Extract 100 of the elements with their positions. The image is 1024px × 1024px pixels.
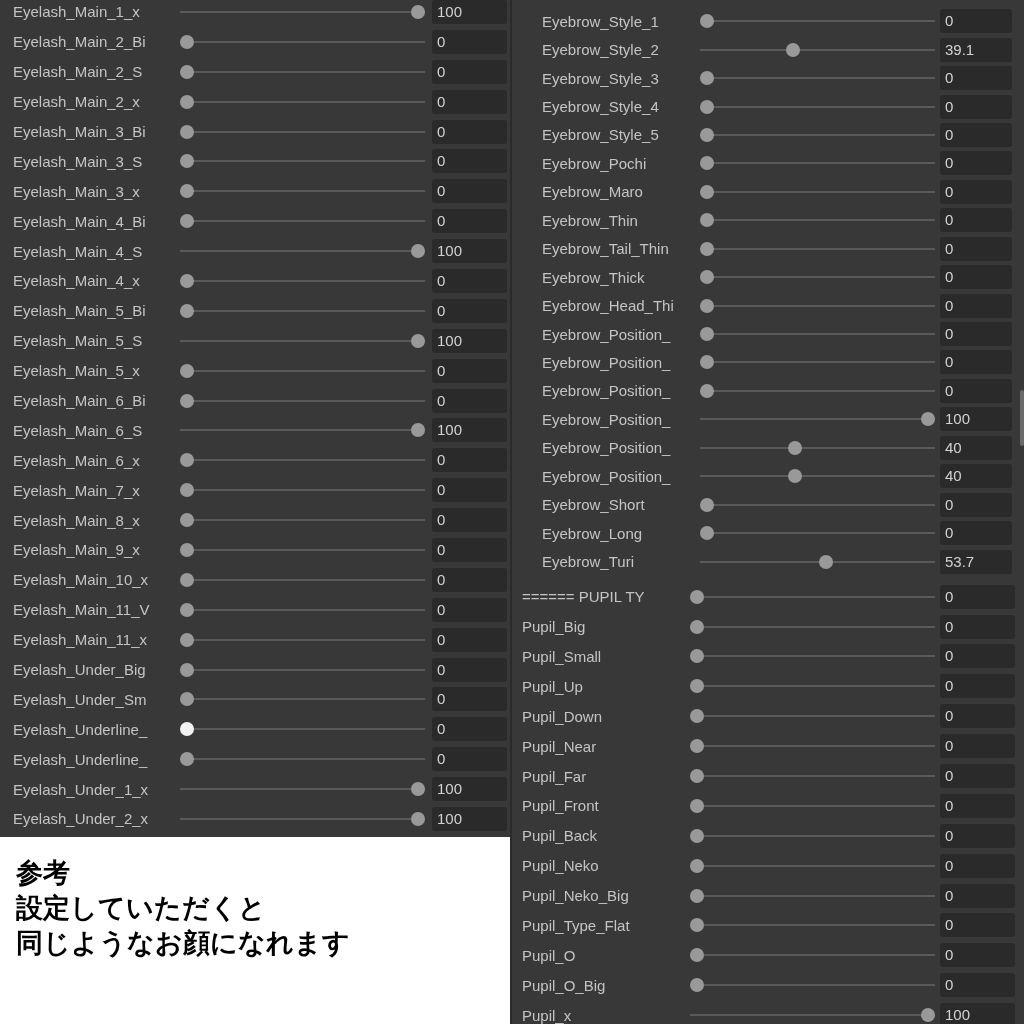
slider-track[interactable] bbox=[690, 978, 935, 993]
value-field[interactable]: 100 bbox=[432, 807, 507, 831]
slider-thumb[interactable] bbox=[690, 769, 704, 784]
slider-track[interactable] bbox=[690, 739, 935, 754]
slider-thumb[interactable] bbox=[180, 513, 194, 528]
slider-thumb[interactable] bbox=[700, 184, 714, 199]
value-field[interactable]: 0 bbox=[940, 66, 1012, 91]
slider-thumb[interactable] bbox=[411, 244, 425, 259]
slider-thumb[interactable] bbox=[411, 4, 425, 19]
slider-thumb[interactable] bbox=[700, 355, 714, 370]
slider-track[interactable] bbox=[690, 709, 935, 724]
slider-track[interactable] bbox=[180, 273, 425, 288]
slider-track[interactable] bbox=[180, 602, 425, 617]
slider-track[interactable] bbox=[690, 589, 935, 604]
slider-track[interactable] bbox=[690, 619, 935, 634]
slider-thumb[interactable] bbox=[180, 273, 194, 288]
value-field[interactable]: 0 bbox=[432, 478, 507, 503]
slider-track[interactable] bbox=[700, 270, 935, 285]
value-field[interactable]: 0 bbox=[432, 179, 507, 204]
value-field[interactable]: 40 bbox=[940, 464, 1012, 489]
slider-track[interactable] bbox=[700, 71, 935, 86]
value-field[interactable]: 0 bbox=[432, 627, 507, 652]
slider-thumb[interactable] bbox=[690, 858, 704, 873]
slider-track[interactable] bbox=[700, 526, 935, 541]
slider-track[interactable] bbox=[180, 782, 425, 797]
slider-track[interactable] bbox=[700, 14, 935, 29]
slider-track[interactable] bbox=[700, 412, 935, 427]
slider-thumb[interactable] bbox=[180, 752, 194, 767]
slider-thumb[interactable] bbox=[180, 214, 194, 229]
slider-track[interactable] bbox=[690, 798, 935, 813]
slider-thumb[interactable] bbox=[700, 14, 714, 29]
slider-track[interactable] bbox=[700, 213, 935, 228]
value-field[interactable]: 0 bbox=[940, 94, 1012, 119]
slider-thumb[interactable] bbox=[690, 828, 704, 843]
slider-track[interactable] bbox=[180, 812, 425, 826]
slider-thumb[interactable] bbox=[700, 270, 714, 285]
slider-thumb[interactable] bbox=[180, 542, 194, 557]
value-field[interactable]: 0 bbox=[432, 298, 507, 323]
slider-track[interactable] bbox=[690, 769, 935, 784]
slider-thumb[interactable] bbox=[786, 42, 801, 57]
value-field[interactable]: 100 bbox=[940, 407, 1012, 432]
slider-thumb[interactable] bbox=[180, 483, 194, 498]
value-field[interactable]: 0 bbox=[940, 151, 1012, 176]
value-field[interactable]: 100 bbox=[432, 777, 507, 802]
slider-thumb[interactable] bbox=[700, 327, 714, 342]
slider-track[interactable] bbox=[180, 722, 425, 737]
value-field[interactable]: 0 bbox=[432, 89, 507, 114]
slider-thumb[interactable] bbox=[180, 692, 194, 707]
slider-track[interactable] bbox=[690, 948, 935, 963]
slider-track[interactable] bbox=[180, 363, 425, 378]
slider-track[interactable] bbox=[690, 828, 935, 843]
value-field[interactable]: 0 bbox=[432, 268, 507, 293]
slider-track[interactable] bbox=[700, 184, 935, 199]
slider-track[interactable] bbox=[180, 303, 425, 318]
slider-thumb[interactable] bbox=[180, 662, 194, 677]
slider-track[interactable] bbox=[180, 154, 425, 169]
slider-thumb[interactable] bbox=[180, 184, 194, 199]
slider-thumb[interactable] bbox=[180, 722, 194, 737]
value-field[interactable]: 0 bbox=[940, 883, 1015, 908]
slider-track[interactable] bbox=[180, 34, 425, 49]
value-field[interactable]: 100 bbox=[940, 1003, 1015, 1024]
slider-thumb[interactable] bbox=[690, 589, 704, 604]
value-field[interactable]: 0 bbox=[940, 236, 1012, 261]
value-field[interactable]: 0 bbox=[432, 508, 507, 533]
value-field[interactable]: 0 bbox=[432, 657, 507, 682]
value-field[interactable]: 0 bbox=[432, 59, 507, 84]
value-field[interactable]: 0 bbox=[940, 614, 1015, 639]
value-field[interactable]: 40 bbox=[940, 435, 1012, 460]
value-field[interactable]: 0 bbox=[940, 823, 1015, 848]
slider-track[interactable] bbox=[180, 572, 425, 587]
value-field[interactable]: 100 bbox=[432, 0, 507, 24]
slider-thumb[interactable] bbox=[690, 918, 704, 933]
value-field[interactable]: 0 bbox=[940, 179, 1012, 204]
slider-thumb[interactable] bbox=[921, 1008, 935, 1023]
slider-track[interactable] bbox=[690, 858, 935, 873]
value-field[interactable]: 0 bbox=[432, 567, 507, 592]
slider-thumb[interactable] bbox=[700, 99, 714, 114]
slider-thumb[interactable] bbox=[180, 154, 194, 169]
slider-track[interactable] bbox=[180, 483, 425, 498]
slider-thumb[interactable] bbox=[180, 632, 194, 647]
value-field[interactable]: 0 bbox=[432, 209, 507, 234]
slider-track[interactable] bbox=[690, 649, 935, 664]
value-field[interactable]: 0 bbox=[940, 492, 1012, 517]
slider-track[interactable] bbox=[180, 513, 425, 528]
slider-track[interactable] bbox=[180, 632, 425, 647]
slider-track[interactable] bbox=[700, 355, 935, 370]
slider-thumb[interactable] bbox=[411, 782, 425, 797]
slider-thumb[interactable] bbox=[180, 572, 194, 587]
slider-thumb[interactable] bbox=[180, 393, 194, 408]
value-field[interactable]: 0 bbox=[432, 717, 507, 742]
slider-track[interactable] bbox=[180, 692, 425, 707]
value-field[interactable]: 0 bbox=[432, 448, 507, 473]
slider-thumb[interactable] bbox=[180, 34, 194, 49]
slider-track[interactable] bbox=[180, 4, 425, 19]
slider-track[interactable] bbox=[700, 327, 935, 342]
value-field[interactable]: 0 bbox=[432, 29, 507, 54]
slider-thumb[interactable] bbox=[690, 679, 704, 694]
slider-thumb[interactable] bbox=[180, 453, 194, 468]
slider-track[interactable] bbox=[700, 42, 935, 57]
value-field[interactable]: 0 bbox=[940, 521, 1012, 546]
